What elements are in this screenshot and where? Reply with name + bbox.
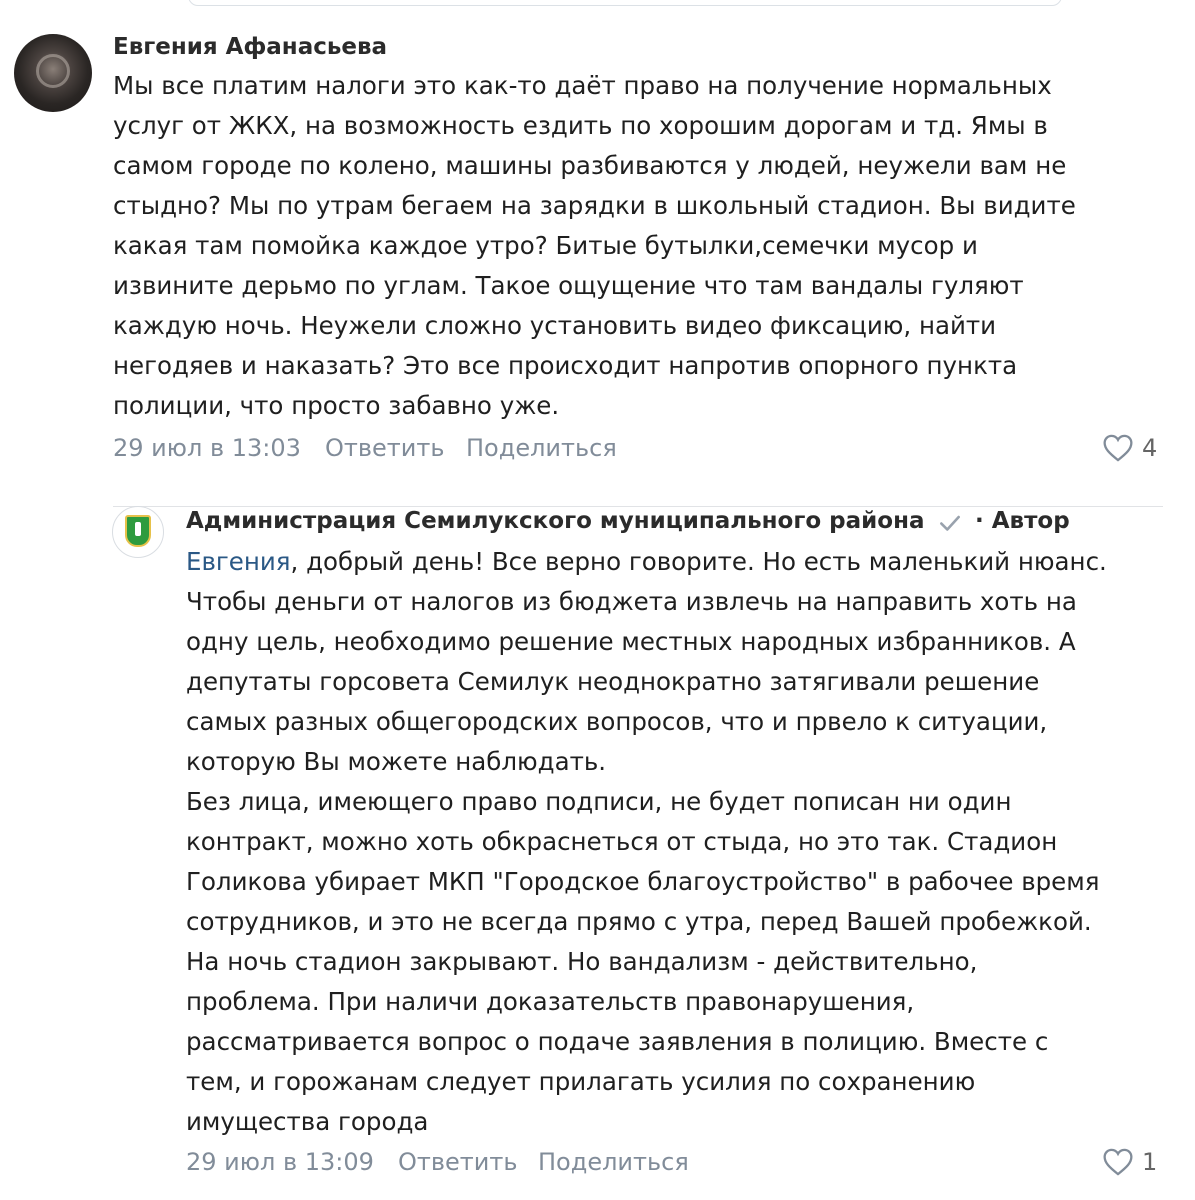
comment-text: Мы все платим налоги это как-то даёт пра…: [113, 71, 1076, 420]
like-button[interactable]: 1: [1102, 1148, 1157, 1176]
coat-of-arms-icon: [125, 515, 151, 547]
divider: [113, 506, 1163, 507]
avatar[interactable]: [112, 506, 164, 558]
comment-date[interactable]: 29 июл в 13:03: [113, 434, 301, 462]
comment-author[interactable]: Евгения Афанасьева: [113, 34, 387, 60]
comment-date[interactable]: 29 июл в 13:09: [186, 1148, 374, 1176]
reply-button[interactable]: Ответить: [398, 1148, 517, 1176]
like-count: 1: [1142, 1148, 1158, 1176]
comment-text-body: , добрый день! Все верно говорите. Но ес…: [186, 547, 1107, 1136]
reply-button[interactable]: Ответить: [325, 434, 444, 462]
comment-text: Евгения, добрый день! Все верно говорите…: [186, 542, 1176, 1142]
avatar-photo-icon: [36, 54, 70, 88]
heart-icon: [1103, 434, 1133, 462]
author-tag: · Автор: [975, 508, 1070, 534]
comment-author[interactable]: Администрация Семилукского муниципальног…: [186, 508, 925, 534]
mention-link[interactable]: Евгения: [186, 547, 291, 576]
share-button[interactable]: Поделиться: [538, 1148, 689, 1176]
verified-check-icon: [940, 515, 960, 531]
like-count: 4: [1142, 434, 1158, 462]
avatar[interactable]: [14, 34, 92, 112]
reply-input-edge[interactable]: [188, 0, 1062, 6]
share-button[interactable]: Поделиться: [466, 434, 617, 462]
heart-icon: [1103, 1148, 1133, 1176]
like-button[interactable]: 4: [1102, 434, 1157, 462]
